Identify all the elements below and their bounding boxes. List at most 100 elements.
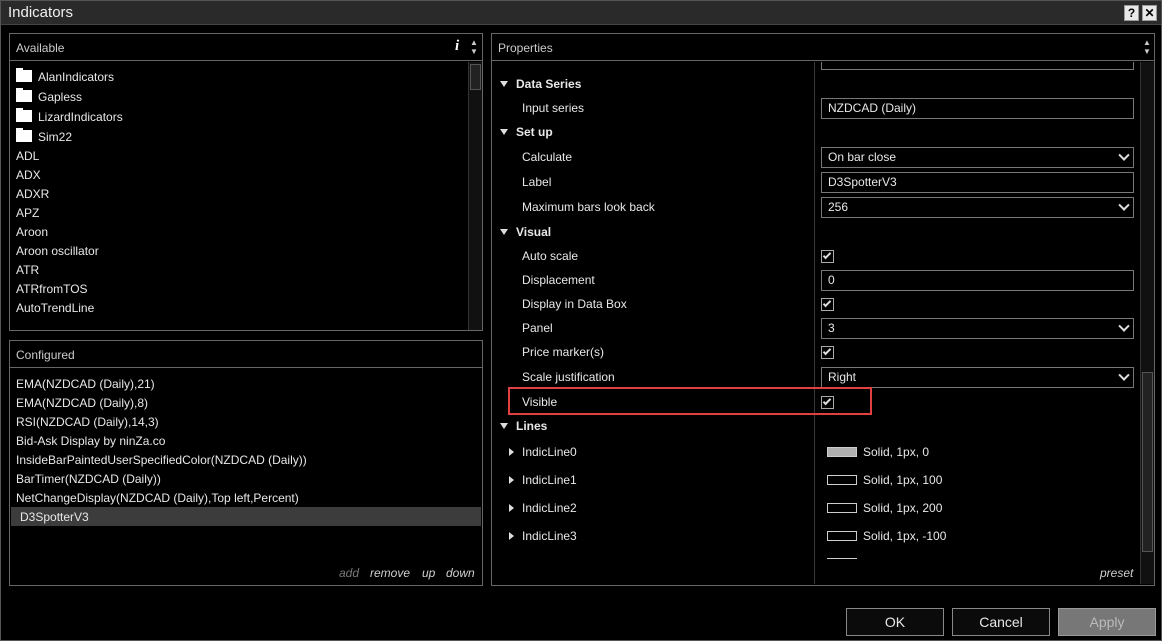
available-item[interactable]: APZ — [16, 204, 39, 223]
available-item[interactable]: Aroon — [16, 223, 48, 242]
input-series-field[interactable]: NZDCAD (Daily) — [821, 98, 1134, 119]
highlight-box — [508, 387, 872, 415]
properties-header: Properties ▲ ▼ — [492, 34, 1154, 61]
chevron-down-icon — [1118, 320, 1130, 332]
calculate-label: Calculate — [522, 150, 573, 164]
label-field[interactable]: D3SpotterV3 — [821, 172, 1134, 193]
clipped-field — [821, 62, 1134, 70]
display-in-data-box-checkbox[interactable] — [821, 298, 834, 311]
close-button[interactable]: ✕ — [1142, 5, 1157, 21]
scale-justification-value: Right — [828, 370, 857, 384]
category-label: Set up — [516, 125, 553, 139]
configured-title: Configured — [16, 348, 75, 362]
line-color-swatch[interactable] — [827, 475, 857, 485]
available-item[interactable]: ADL — [16, 147, 39, 166]
checkmark-icon — [822, 250, 832, 260]
category-lines[interactable]: Lines — [500, 416, 547, 436]
up-link[interactable]: up — [422, 566, 435, 580]
configured-item[interactable]: EMA(NZDCAD (Daily),21) — [16, 375, 155, 394]
expand-arrow-icon[interactable] — [509, 448, 514, 456]
category-data-series[interactable]: Data Series — [500, 74, 581, 94]
expand-arrow-icon[interactable] — [509, 476, 514, 484]
line-style-value[interactable]: Solid, 1px, 0 — [863, 442, 929, 462]
ok-button[interactable]: OK — [846, 608, 944, 636]
folder-icon — [16, 88, 32, 102]
auto-scale-checkbox[interactable] — [821, 250, 834, 263]
down-link[interactable]: down — [446, 566, 475, 580]
properties-scroll-thumb[interactable] — [1142, 372, 1153, 552]
preset-link[interactable]: preset — [1100, 566, 1133, 580]
max-bars-value: 256 — [828, 200, 849, 214]
category-label: Lines — [516, 419, 548, 433]
line-name: IndicLine2 — [522, 501, 577, 515]
input-series-label: Input series — [522, 101, 585, 115]
folder-icon — [16, 68, 32, 82]
add-link[interactable]: add — [339, 566, 359, 580]
properties-scrollbar[interactable] — [1140, 62, 1154, 584]
panel-select[interactable]: 3 — [821, 318, 1134, 339]
chevron-down-icon — [1118, 199, 1130, 211]
remove-link[interactable]: remove — [370, 566, 410, 580]
displacement-label: Displacement — [522, 273, 595, 287]
configured-item[interactable]: BarTimer(NZDCAD (Daily)) — [16, 470, 161, 489]
panel-value: 3 — [828, 321, 835, 335]
chevron-down-icon — [500, 81, 508, 87]
available-folder[interactable]: Sim22 — [16, 128, 72, 147]
calculate-select[interactable]: On bar close — [821, 147, 1134, 168]
indicators-dialog: Indicators ? ✕ Available i ▲ ▼ AlanIndica… — [0, 0, 1162, 641]
chevron-down-icon — [1118, 149, 1130, 161]
displacement-field[interactable]: 0 — [821, 270, 1134, 291]
checkmark-icon — [822, 346, 832, 356]
available-item[interactable]: AutoTrendLine — [16, 299, 94, 318]
available-scrollbar[interactable] — [468, 62, 482, 330]
available-folder[interactable]: Gapless — [16, 88, 82, 107]
price-marker-checkbox[interactable] — [821, 346, 834, 359]
available-title: Available — [16, 41, 65, 55]
scale-justification-select[interactable]: Right — [821, 367, 1134, 388]
configured-item[interactable]: D3SpotterV3 — [20, 508, 89, 527]
header-scroll-arrows-icon[interactable]: ▲ ▼ — [470, 38, 478, 56]
available-folder[interactable]: LizardIndicators — [16, 108, 123, 127]
help-button[interactable]: ? — [1124, 5, 1139, 21]
max-bars-select[interactable]: 256 — [821, 197, 1134, 218]
chevron-down-icon — [500, 423, 508, 429]
configured-item[interactable]: Bid-Ask Display by ninZa.co — [16, 432, 165, 451]
configured-header: Configured — [10, 341, 482, 368]
expand-arrow-icon[interactable] — [509, 504, 514, 512]
line-style-value[interactable]: Solid, 1px, 100 — [863, 470, 942, 490]
line-style-value[interactable]: Solid, 1px, -100 — [863, 526, 946, 546]
line-color-swatch[interactable] — [827, 503, 857, 513]
folder-label: AlanIndicators — [38, 70, 115, 84]
available-item[interactable]: ADX — [16, 166, 41, 185]
available-item[interactable]: ADXR — [16, 185, 49, 204]
available-item[interactable]: ATR — [16, 261, 39, 280]
properties-scroll-arrows-icon[interactable]: ▲ ▼ — [1143, 38, 1151, 56]
category-label: Visual — [516, 225, 552, 239]
available-scroll-thumb[interactable] — [470, 64, 481, 90]
category-visual[interactable]: Visual — [500, 222, 551, 242]
column-divider — [814, 62, 815, 584]
category-set-up[interactable]: Set up — [500, 122, 553, 142]
panel-label: Panel — [522, 321, 553, 335]
line-style-value[interactable]: Solid, 1px, 200 — [863, 498, 942, 518]
configured-item[interactable]: RSI(NZDCAD (Daily),14,3) — [16, 413, 159, 432]
chevron-down-icon — [500, 229, 508, 235]
clipped-line-swatch — [827, 558, 857, 559]
line-color-swatch[interactable] — [827, 447, 857, 457]
label-label: Label — [522, 175, 552, 189]
line-color-swatch[interactable] — [827, 531, 857, 541]
configured-item[interactable]: EMA(NZDCAD (Daily),8) — [16, 394, 148, 413]
line-name: IndicLine1 — [522, 473, 577, 487]
available-item[interactable]: Aroon oscillator — [16, 242, 99, 261]
available-item[interactable]: ATRfromTOS — [16, 280, 88, 299]
info-icon[interactable]: i — [455, 38, 459, 55]
configured-item[interactable]: NetChangeDisplay(NZDCAD (Daily),Top left… — [16, 489, 299, 508]
cancel-button[interactable]: Cancel — [952, 608, 1050, 636]
expand-arrow-icon[interactable] — [509, 532, 514, 540]
title-bar: Indicators ? ✕ — [1, 1, 1161, 25]
apply-button[interactable]: Apply — [1058, 608, 1156, 636]
category-label: Data Series — [516, 77, 582, 91]
configured-panel: Configured EMA(NZDCAD (Daily),21) EMA(NZD… — [9, 340, 483, 586]
configured-item[interactable]: InsideBarPaintedUserSpecifiedColor(NZDCA… — [16, 451, 307, 470]
available-folder[interactable]: AlanIndicators — [16, 68, 114, 87]
